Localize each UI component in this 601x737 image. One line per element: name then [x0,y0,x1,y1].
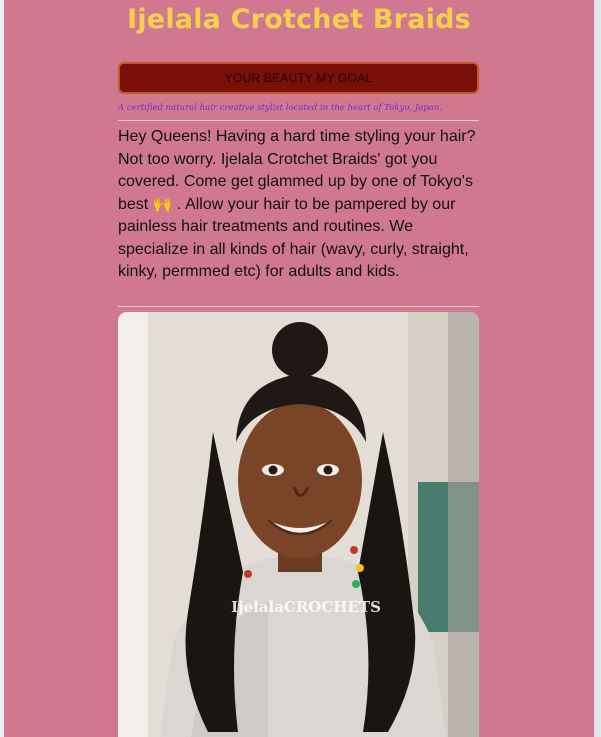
divider [118,306,479,307]
hero-photo: IjelalaCROCHETS [118,312,479,737]
site-title: Ijelala Crotchet Braids [127,4,471,35]
divider [118,120,479,121]
portrait-illustration: IjelalaCROCHETS [118,312,479,737]
tagline-button[interactable]: YOUR BEAUTY MY GOAL [118,62,479,94]
photo-watermark: IjelalaCROCHETS [231,598,381,616]
subtitle: A certified natural hair creative stylis… [118,103,443,113]
scrollbar-track[interactable] [594,0,601,737]
intro-paragraph: Hey Queens! Having a hard time styling y… [118,128,476,280]
page: Ijelala Crotchet Braids YOUR BEAUTY MY G… [4,0,594,737]
